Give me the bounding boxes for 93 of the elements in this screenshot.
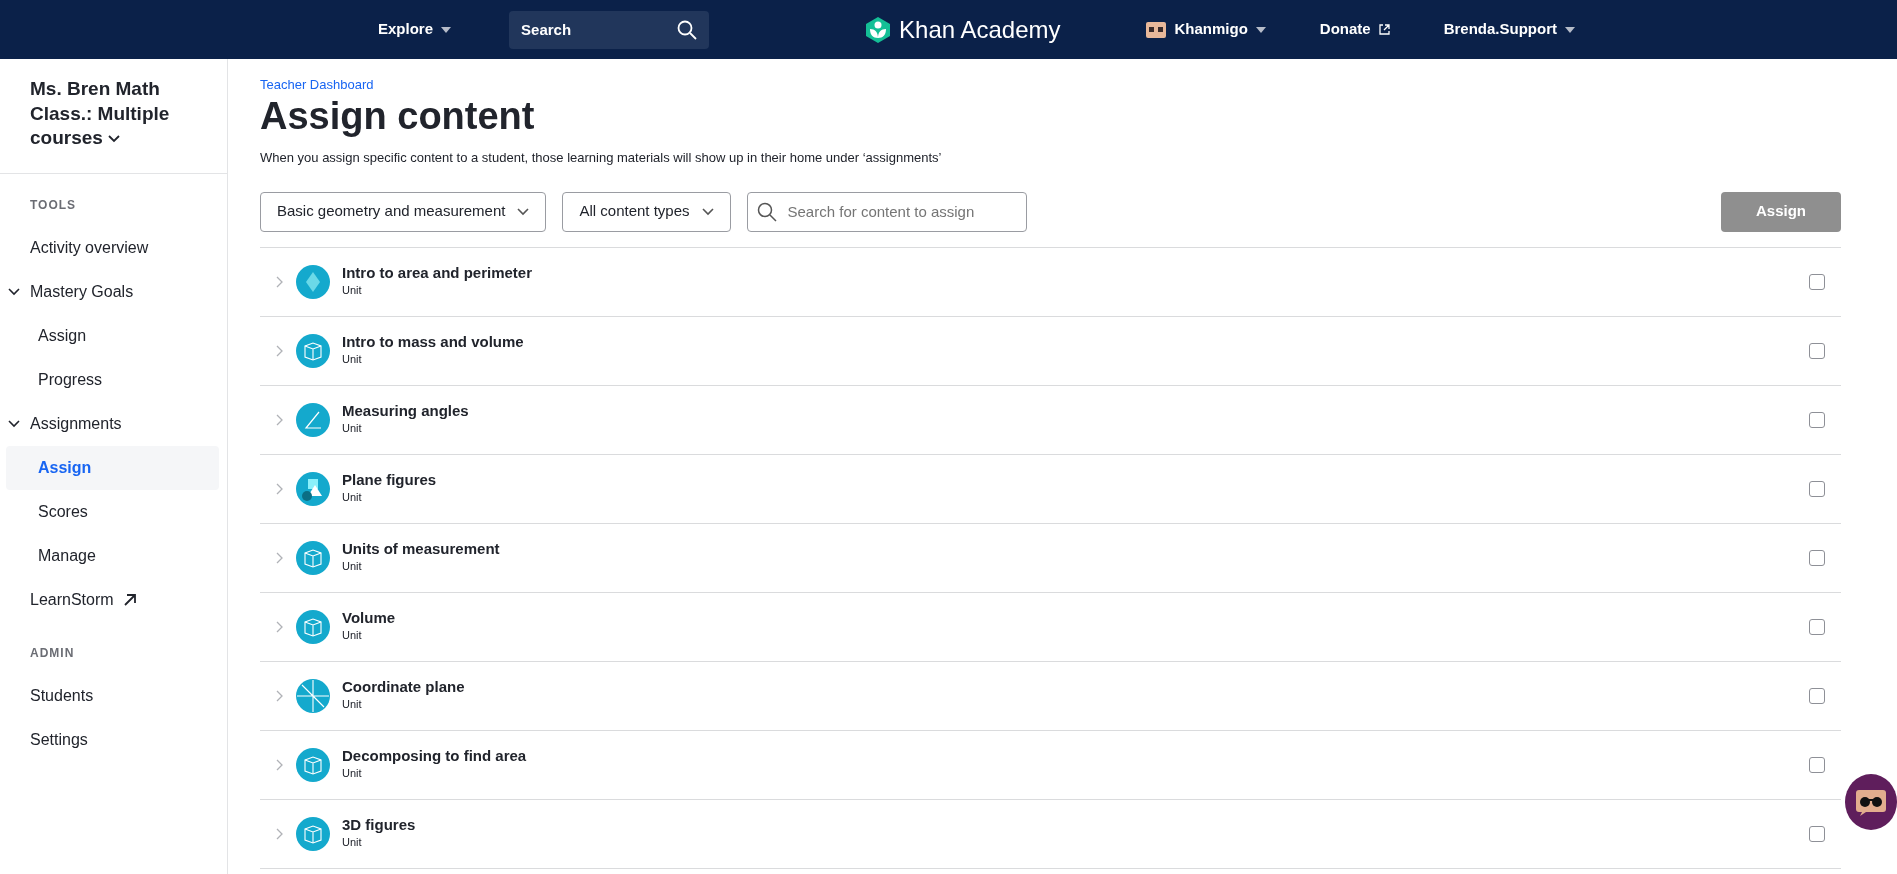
sidebar-item[interactable]: Assign bbox=[6, 446, 219, 491]
unit-title: Coordinate plane bbox=[342, 678, 466, 697]
select-checkbox[interactable] bbox=[1809, 825, 1825, 842]
sidebar-item[interactable]: Activity overview bbox=[0, 226, 227, 271]
chevron-down-icon bbox=[108, 134, 123, 144]
select-checkbox[interactable] bbox=[1809, 549, 1825, 566]
class-selector[interactable]: Ms. Bren Math Class.: Multiple courses bbox=[0, 59, 227, 175]
cube-icon bbox=[296, 609, 330, 644]
chevron-right-icon bbox=[276, 344, 284, 357]
sunglasses-face-icon bbox=[1854, 788, 1888, 816]
sidebar-item[interactable]: Settings bbox=[0, 718, 227, 763]
unit-title: Intro to area and perimeter bbox=[342, 264, 534, 283]
unit-title: 3D figures bbox=[342, 816, 417, 835]
chevron-right-icon bbox=[276, 275, 284, 288]
chevron-right-icon bbox=[276, 827, 284, 840]
search-icon bbox=[756, 201, 777, 222]
sidebar-item[interactable]: Scores bbox=[6, 490, 219, 535]
unit-title: Measuring angles bbox=[342, 402, 470, 421]
cube-icon bbox=[296, 747, 330, 782]
caret-icon bbox=[441, 26, 452, 33]
select-checkbox[interactable] bbox=[1809, 480, 1825, 497]
sidebar-item[interactable]: Assign bbox=[6, 314, 219, 359]
unit-title: Decomposing to find area bbox=[342, 747, 528, 766]
content-search-field[interactable]: Search for content to assign bbox=[746, 191, 1027, 232]
khanmigo-menu[interactable]: Khanmigo bbox=[1140, 14, 1272, 45]
unit-row[interactable]: Units of measurement Unit bbox=[260, 523, 1841, 593]
unit-type: Unit bbox=[342, 352, 363, 368]
dropdown-select[interactable]: All content types bbox=[562, 191, 731, 232]
logo-text: Khan Academy bbox=[899, 14, 1061, 45]
page-description: When you assign specific content to a student, those learning materials will show up in their home under ‘assignments’ bbox=[260, 149, 943, 168]
unit-type: Unit bbox=[342, 835, 363, 851]
chevron-right-icon bbox=[276, 620, 284, 633]
unit-type: Unit bbox=[342, 421, 363, 437]
unit-type: Unit bbox=[342, 697, 363, 713]
unit-row[interactable]: Plane figures Unit bbox=[260, 454, 1841, 524]
sidebar-item[interactable]: LearnStorm bbox=[0, 578, 227, 623]
chevron-down-icon bbox=[517, 207, 530, 216]
unit-title: Intro to mass and volume bbox=[342, 333, 525, 352]
user-menu[interactable]: Brenda.Support bbox=[1437, 14, 1581, 45]
circle-lines-icon bbox=[296, 678, 330, 713]
breadcrumb-link[interactable]: Teacher Dashboard bbox=[260, 75, 374, 95]
unit-type: Unit bbox=[342, 490, 363, 506]
chevron-right-icon bbox=[276, 689, 284, 702]
unit-title: Units of measurement bbox=[342, 540, 501, 559]
donate-link[interactable]: Donate bbox=[1313, 14, 1396, 45]
chevron-right-icon bbox=[276, 482, 284, 495]
sidebar-item[interactable]: Manage bbox=[6, 534, 219, 579]
assistant-button[interactable] bbox=[1845, 774, 1897, 830]
angle-icon bbox=[296, 402, 330, 437]
cube-icon bbox=[296, 333, 330, 368]
caret-icon bbox=[1565, 26, 1575, 33]
unit-title: Volume bbox=[342, 609, 397, 628]
unit-row[interactable]: Measuring angles Unit bbox=[260, 385, 1841, 455]
select-checkbox[interactable] bbox=[1809, 342, 1825, 359]
unit-row[interactable]: Decomposing to find area Unit bbox=[260, 730, 1841, 800]
select-checkbox[interactable] bbox=[1809, 687, 1825, 704]
robot-face-icon bbox=[1146, 21, 1167, 38]
explore-menu[interactable]: Explore bbox=[372, 14, 458, 45]
sidebar-item[interactable]: Mastery Goals bbox=[0, 270, 227, 315]
unit-row[interactable]: 3D figures Unit bbox=[260, 799, 1841, 869]
unit-row[interactable]: Intro to mass and volume Unit bbox=[260, 316, 1841, 386]
unit-type: Unit bbox=[342, 559, 363, 575]
unit-type: Unit bbox=[342, 766, 363, 782]
sidebar-item[interactable]: Progress bbox=[6, 358, 219, 403]
select-checkbox[interactable] bbox=[1809, 756, 1825, 773]
unit-type: Unit bbox=[342, 628, 363, 644]
select-checkbox[interactable] bbox=[1809, 618, 1825, 635]
shapes-icon bbox=[296, 471, 330, 506]
unit-title: Plane figures bbox=[342, 471, 438, 490]
leaf-logo-icon bbox=[865, 15, 892, 44]
external-link-icon bbox=[1378, 24, 1390, 35]
select-checkbox[interactable] bbox=[1809, 273, 1825, 290]
unit-row[interactable]: Coordinate plane Unit bbox=[260, 661, 1841, 731]
unit-type: Unit bbox=[342, 283, 363, 299]
section-heading: ADMIN bbox=[29, 645, 76, 663]
arrow-up-right-icon bbox=[123, 594, 136, 607]
search-field[interactable]: Search bbox=[509, 10, 710, 49]
caret-icon bbox=[1255, 26, 1266, 33]
sidebar-item[interactable]: Students bbox=[0, 674, 227, 719]
section-heading: TOOLS bbox=[29, 197, 78, 215]
unit-row[interactable]: Intro to area and perimeter Unit bbox=[260, 247, 1841, 317]
search-icon bbox=[677, 19, 698, 40]
sidebar-item[interactable]: Assignments bbox=[0, 402, 227, 447]
chevron-right-icon bbox=[276, 551, 284, 564]
dropdown-select[interactable]: Basic geometry and measurement bbox=[260, 191, 547, 232]
cube-icon bbox=[296, 540, 330, 575]
chevron-right-icon bbox=[276, 758, 284, 771]
cube-icon bbox=[296, 816, 330, 851]
page-title: Assign content bbox=[260, 94, 536, 139]
chevron-down-icon bbox=[701, 207, 714, 216]
unit-row[interactable]: Volume Unit bbox=[260, 592, 1841, 662]
chevron-right-icon bbox=[276, 413, 284, 426]
select-checkbox[interactable] bbox=[1809, 411, 1825, 428]
